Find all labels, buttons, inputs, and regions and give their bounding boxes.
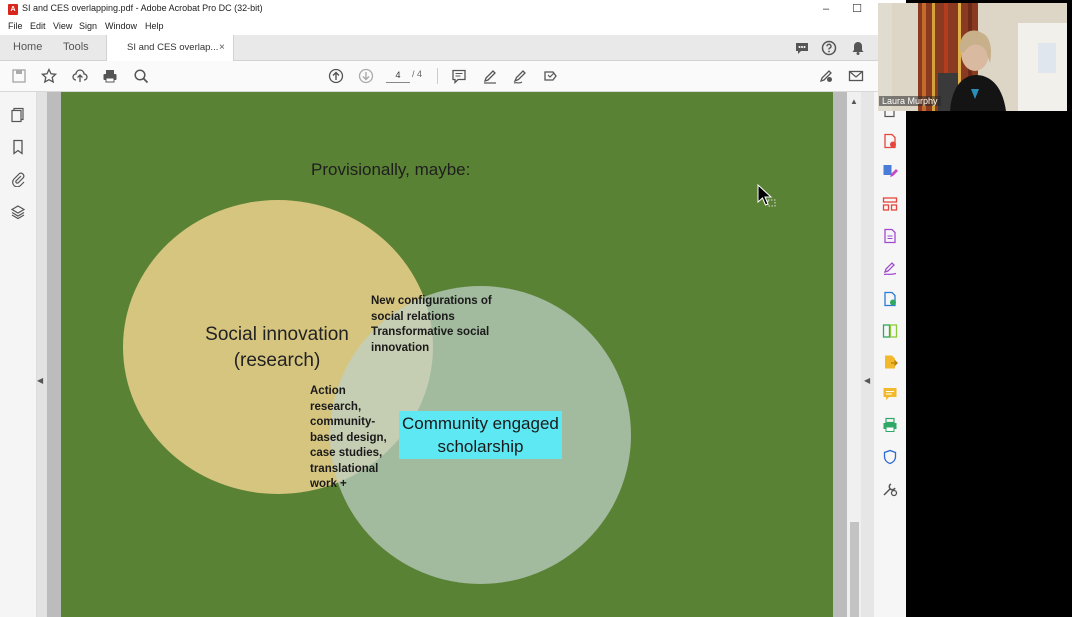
comment-tool-icon[interactable] xyxy=(882,386,898,402)
menu-sign[interactable]: Sign xyxy=(79,21,97,31)
tab-home[interactable]: Home xyxy=(13,35,42,60)
edit-sign-icon[interactable] xyxy=(818,68,834,84)
menu-bar: File Edit View Sign Window Help xyxy=(0,19,906,35)
attachments-icon[interactable] xyxy=(10,171,26,187)
slide-title: Provisionally, maybe: xyxy=(311,160,471,179)
stamp-icon[interactable] xyxy=(542,68,558,84)
enhance-scans-icon[interactable] xyxy=(882,291,898,307)
menu-view[interactable]: View xyxy=(53,21,72,31)
overlap-text-social-relations: New configurations of social relations T… xyxy=(371,295,492,354)
tab-close-button[interactable]: × xyxy=(219,35,225,60)
tab-document-label: SI and CES overlap... xyxy=(127,42,219,53)
social-innovation-label: Social innovation (research) xyxy=(205,324,349,371)
menu-help[interactable]: Help xyxy=(145,21,164,31)
print-production-icon[interactable] xyxy=(882,417,898,433)
bookmarks-icon[interactable] xyxy=(10,139,26,155)
comment-icon[interactable] xyxy=(451,68,467,84)
right-pane-toggle[interactable] xyxy=(861,92,874,617)
comments-icon[interactable] xyxy=(794,40,810,56)
highlight-pen-icon[interactable] xyxy=(482,68,498,84)
print-icon[interactable] xyxy=(102,68,118,84)
page-down-icon[interactable] xyxy=(358,68,374,84)
menu-window[interactable]: Window xyxy=(105,21,137,31)
acrobat-window: A SI and CES overlapping.pdf - Adobe Acr… xyxy=(0,0,906,617)
navigation-pane xyxy=(0,92,37,617)
title-bar: A SI and CES overlapping.pdf - Adobe Acr… xyxy=(0,0,906,19)
scrollbar-thumb[interactable] xyxy=(850,522,859,617)
participant-video xyxy=(878,3,1067,111)
toolbar-divider xyxy=(437,68,438,84)
collapse-left-icon[interactable]: ◀ xyxy=(37,376,43,385)
zoom-search-icon[interactable] xyxy=(133,68,149,84)
edit-pdf-icon[interactable] xyxy=(882,163,898,179)
acrobat-app-icon: A xyxy=(8,4,18,15)
overlap-text-action-research: Action research, community- based design… xyxy=(310,385,387,490)
notifications-bell-icon[interactable] xyxy=(850,40,866,56)
menu-edit[interactable]: Edit xyxy=(30,21,46,31)
help-icon[interactable] xyxy=(821,40,837,56)
tab-bar: Home Tools SI and CES overlap... × xyxy=(0,35,878,61)
bookmark-star-icon[interactable] xyxy=(41,68,57,84)
scroll-up-arrow-icon[interactable]: ▲ xyxy=(850,97,858,106)
mouse-pointer-icon xyxy=(757,184,776,207)
main-toolbar: 4 / 4 xyxy=(0,61,878,92)
tools-pane xyxy=(874,92,906,617)
compare-files-icon[interactable] xyxy=(882,323,898,339)
left-pane-toggle[interactable] xyxy=(37,92,47,617)
email-icon[interactable] xyxy=(848,68,864,84)
organize-pages-icon[interactable] xyxy=(882,196,898,212)
tab-document[interactable]: SI and CES overlap... × xyxy=(106,35,234,61)
combine-files-icon[interactable] xyxy=(882,228,898,244)
participant-name-label: Laura Murphy xyxy=(879,96,941,106)
page-up-icon[interactable] xyxy=(328,68,344,84)
upload-icon[interactable] xyxy=(72,68,88,84)
window-title: SI and CES overlapping.pdf - Adobe Acrob… xyxy=(22,3,263,13)
page-number-input[interactable]: 4 xyxy=(386,68,410,83)
menu-file[interactable]: File xyxy=(8,21,23,31)
fill-sign-icon[interactable] xyxy=(882,260,898,276)
save-icon[interactable] xyxy=(11,68,27,84)
more-tools-icon[interactable] xyxy=(882,481,898,497)
minimize-button[interactable]: – xyxy=(811,1,841,17)
sign-icon[interactable] xyxy=(512,68,528,84)
layers-icon[interactable] xyxy=(10,204,26,220)
community-engaged-scholarship-label: Community engaged scholarship xyxy=(399,411,562,459)
collapse-right-icon[interactable]: ◀ xyxy=(864,376,870,385)
export-file-icon[interactable] xyxy=(882,354,898,370)
create-pdf-icon[interactable] xyxy=(882,133,898,149)
page-total: / 4 xyxy=(412,69,423,79)
maximize-button[interactable]: ☐ xyxy=(842,1,872,17)
tab-tools[interactable]: Tools xyxy=(63,35,89,60)
protect-icon[interactable] xyxy=(882,449,898,465)
pdf-page: Provisionally, maybe: Social innovation … xyxy=(61,92,833,617)
page-thumbnails-icon[interactable] xyxy=(10,107,26,123)
